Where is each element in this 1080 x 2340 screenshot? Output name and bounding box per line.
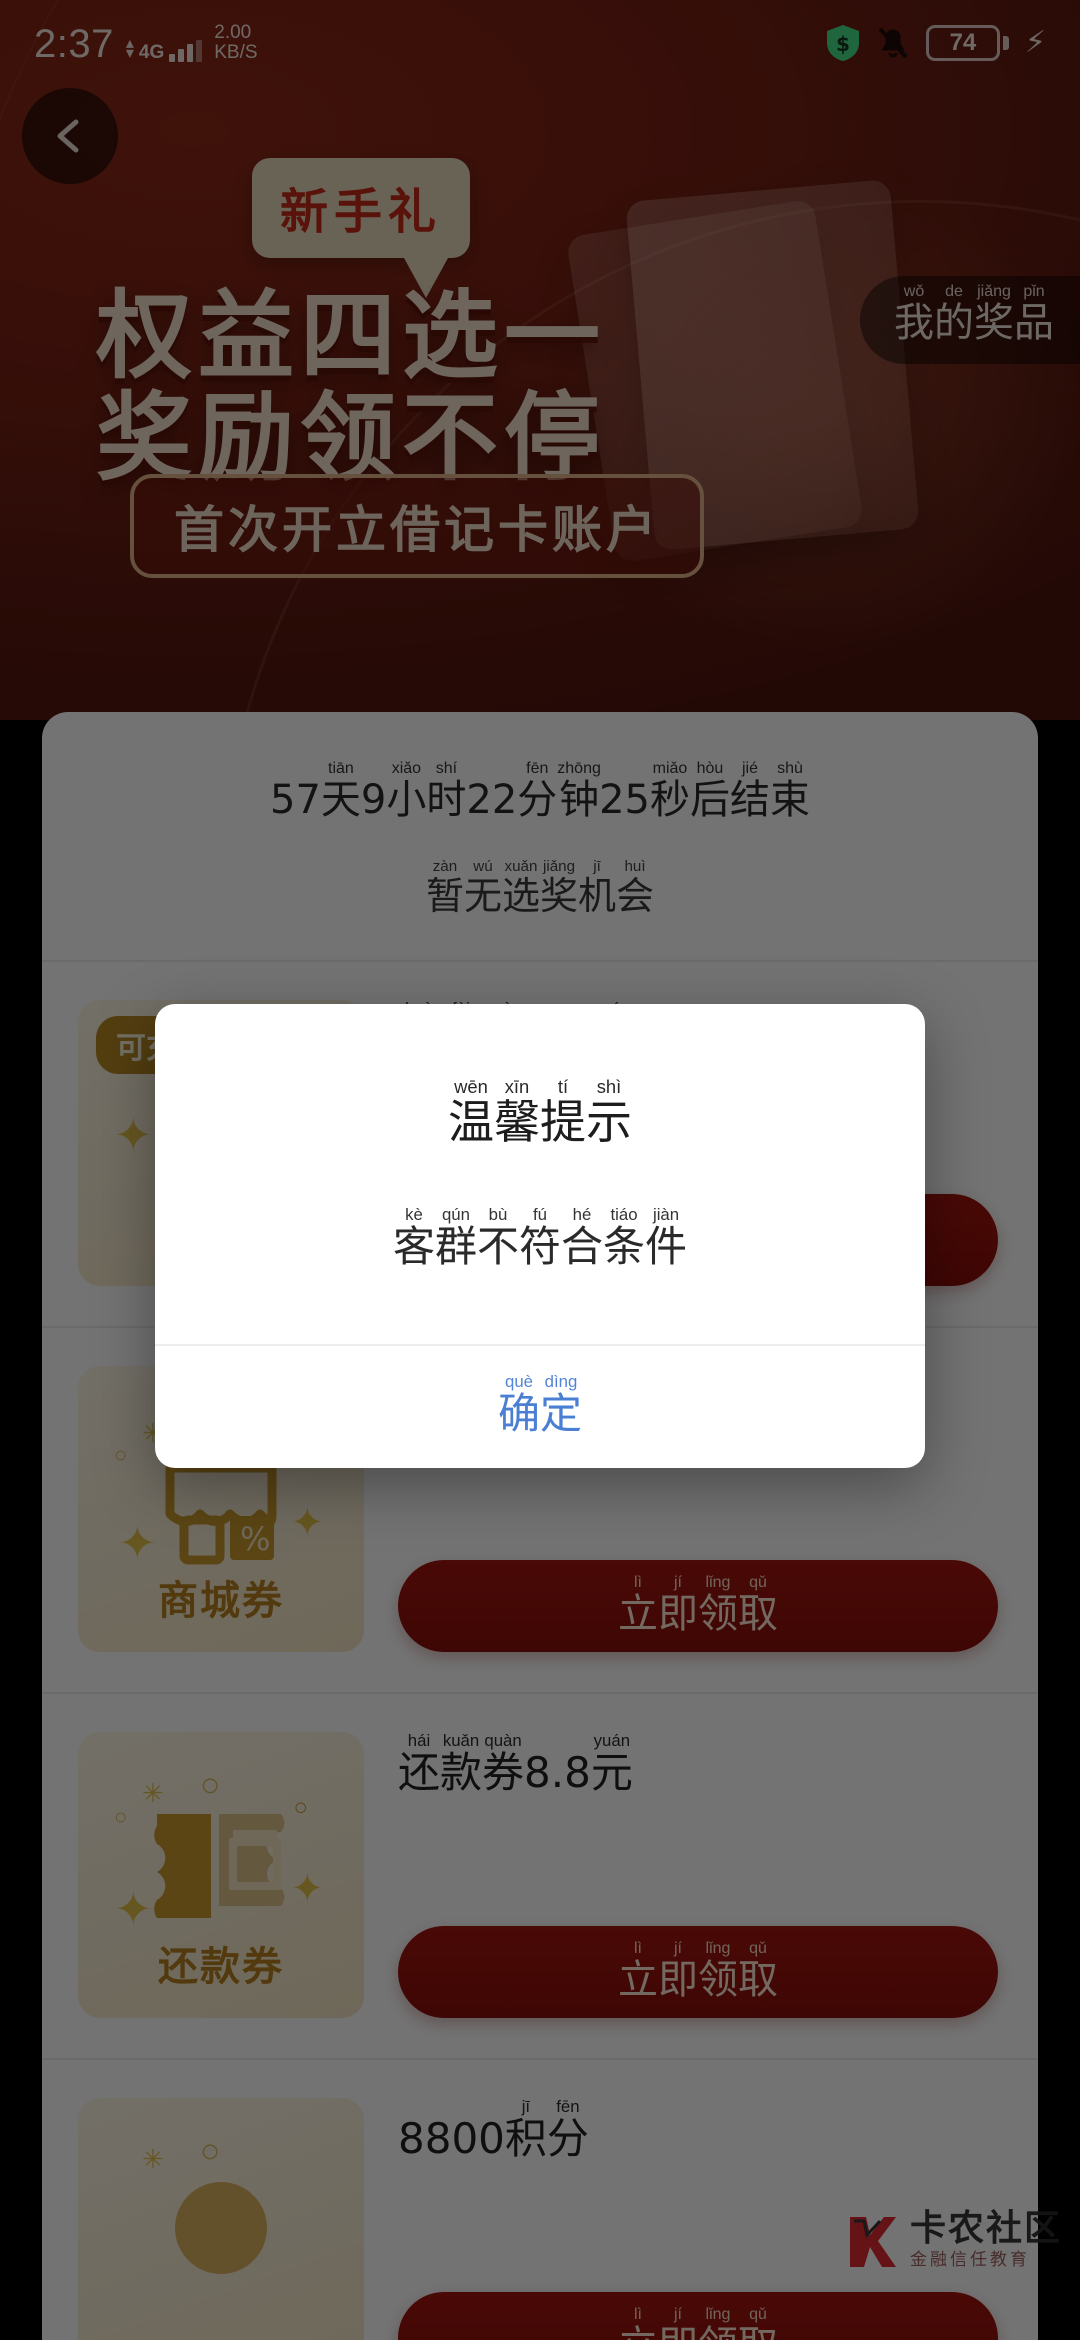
dialog-confirm-button[interactable]: 确què定dìng (155, 1346, 925, 1468)
phone-screen: 新手礼 权益四选一 奖励领不停 首次开立借记卡账户 我wǒ的de奖jiǎng品p… (0, 0, 1080, 2340)
alert-dialog: 温wēn馨xīn提tí示shì 客kè群qún不bù符fú合hé条tiáo件ji… (155, 1004, 925, 1468)
dialog-body: 温wēn馨xīn提tí示shì 客kè群qún不bù符fú合hé条tiáo件ji… (155, 1004, 925, 1344)
dialog-title: 温wēn馨xīn提tí示shì (448, 1076, 632, 1149)
dialog-message: 客kè群qún不bù符fú合hé条tiáo件jiàn (392, 1205, 688, 1271)
